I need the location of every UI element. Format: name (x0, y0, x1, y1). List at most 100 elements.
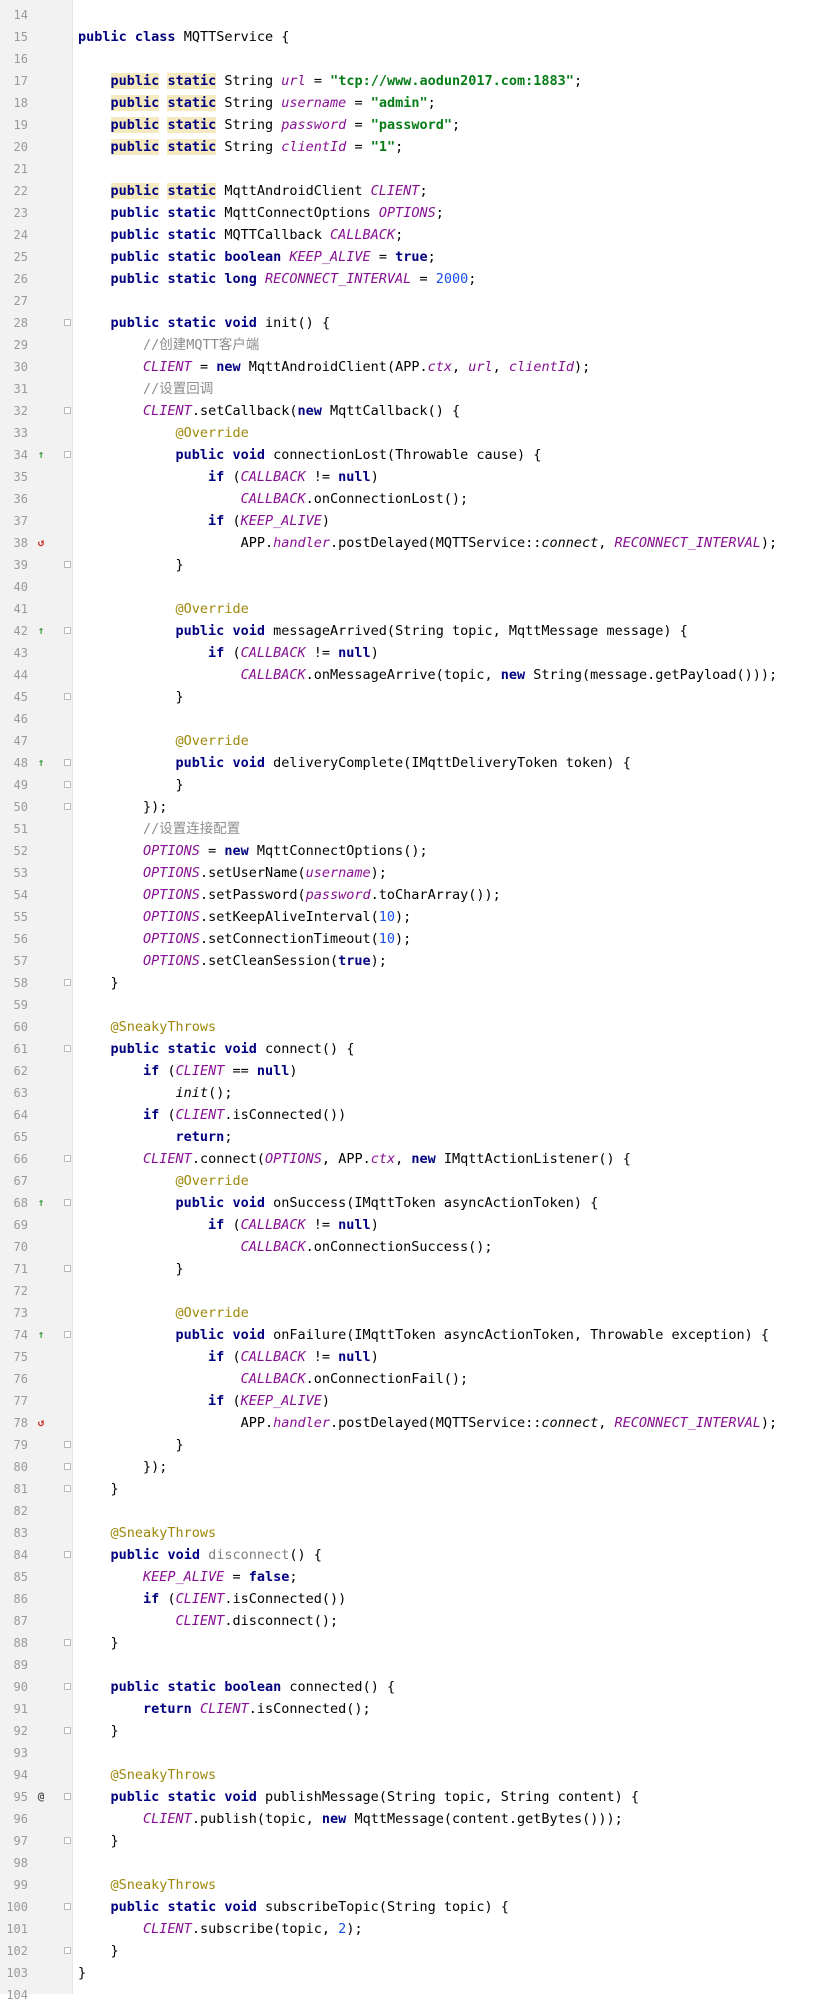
override-method-icon[interactable]: ↑ (32, 444, 50, 466)
code-line[interactable]: 76 CALLBACK.onConnectionFail(); (0, 1368, 822, 1390)
code-line[interactable]: 39 } (0, 554, 822, 576)
code-line[interactable]: 37 if (KEEP_ALIVE) (0, 510, 822, 532)
code-line[interactable]: 75 if (CALLBACK != null) (0, 1346, 822, 1368)
code-line[interactable]: 101 CLIENT.subscribe(topic, 2); (0, 1918, 822, 1940)
code-line[interactable]: 22 public static MqttAndroidClient CLIEN… (0, 180, 822, 202)
code-line[interactable]: 100 public static void subscribeTopic(St… (0, 1896, 822, 1918)
fold-marker-icon[interactable] (64, 627, 71, 634)
line-number[interactable]: 56 (0, 928, 28, 950)
fold-marker-icon[interactable] (64, 1551, 71, 1558)
code-line[interactable]: 64 if (CLIENT.isConnected()) (0, 1104, 822, 1126)
line-number[interactable]: 59 (0, 994, 28, 1016)
line-number[interactable]: 35 (0, 466, 28, 488)
line-number[interactable]: 39 (0, 554, 28, 576)
code-line[interactable]: 27 (0, 290, 822, 312)
line-number[interactable]: 23 (0, 202, 28, 224)
code-line[interactable]: 32 CLIENT.setCallback(new MqttCallback()… (0, 400, 822, 422)
line-number[interactable]: 33 (0, 422, 28, 444)
line-number[interactable]: 98 (0, 1852, 28, 1874)
code-line[interactable]: 62 if (CLIENT == null) (0, 1060, 822, 1082)
fold-marker-icon[interactable] (64, 561, 71, 568)
line-number[interactable]: 30 (0, 356, 28, 378)
code-line[interactable]: 61 public static void connect() { (0, 1038, 822, 1060)
fold-marker-icon[interactable] (64, 1441, 71, 1448)
line-number[interactable]: 14 (0, 4, 28, 26)
line-number[interactable]: 80 (0, 1456, 28, 1478)
code-line[interactable]: 14 (0, 4, 822, 26)
code-line[interactable]: 50 }); (0, 796, 822, 818)
code-line[interactable]: 88 } (0, 1632, 822, 1654)
fold-marker-icon[interactable] (64, 1485, 71, 1492)
line-number[interactable]: 101 (0, 1918, 28, 1940)
code-line[interactable]: 20 public static String clientId = "1"; (0, 136, 822, 158)
line-number[interactable]: 82 (0, 1500, 28, 1522)
line-number[interactable]: 73 (0, 1302, 28, 1324)
code-line[interactable]: 72 (0, 1280, 822, 1302)
line-number[interactable]: 21 (0, 158, 28, 180)
code-line[interactable]: 52 OPTIONS = new MqttConnectOptions(); (0, 840, 822, 862)
line-number[interactable]: 92 (0, 1720, 28, 1742)
code-line[interactable]: 30 CLIENT = new MqttAndroidClient(APP.ct… (0, 356, 822, 378)
code-line[interactable]: 21 (0, 158, 822, 180)
line-number[interactable]: 72 (0, 1280, 28, 1302)
line-number[interactable]: 28 (0, 312, 28, 334)
fold-marker-icon[interactable] (64, 1837, 71, 1844)
line-number[interactable]: 47 (0, 730, 28, 752)
line-number[interactable]: 68 (0, 1192, 28, 1214)
line-number[interactable]: 78 (0, 1412, 28, 1434)
override-method-icon[interactable]: ↑ (32, 752, 50, 774)
fold-marker-icon[interactable] (64, 693, 71, 700)
fold-marker-icon[interactable] (64, 319, 71, 326)
recursive-call-icon[interactable]: ↺ (32, 532, 50, 554)
code-line[interactable]: 91 return CLIENT.isConnected(); (0, 1698, 822, 1720)
code-line[interactable]: 57 OPTIONS.setCleanSession(true); (0, 950, 822, 972)
code-line[interactable]: 99 @SneakyThrows (0, 1874, 822, 1896)
line-number[interactable]: 16 (0, 48, 28, 70)
line-number[interactable]: 75 (0, 1346, 28, 1368)
line-number[interactable]: 93 (0, 1742, 28, 1764)
line-number[interactable]: 18 (0, 92, 28, 114)
line-number[interactable]: 34 (0, 444, 28, 466)
code-line[interactable]: 71 } (0, 1258, 822, 1280)
line-number[interactable]: 38 (0, 532, 28, 554)
code-line[interactable]: 40 (0, 576, 822, 598)
code-line[interactable]: 46 (0, 708, 822, 730)
line-number[interactable]: 40 (0, 576, 28, 598)
code-line[interactable]: 79 } (0, 1434, 822, 1456)
override-method-icon[interactable]: ↑ (32, 1192, 50, 1214)
line-number[interactable]: 103 (0, 1962, 28, 1984)
code-line[interactable]: 98 (0, 1852, 822, 1874)
line-number[interactable]: 57 (0, 950, 28, 972)
code-line[interactable]: 80 }); (0, 1456, 822, 1478)
line-number[interactable]: 99 (0, 1874, 28, 1896)
fold-marker-icon[interactable] (64, 451, 71, 458)
line-number[interactable]: 86 (0, 1588, 28, 1610)
line-number[interactable]: 90 (0, 1676, 28, 1698)
code-line[interactable]: 73 @Override (0, 1302, 822, 1324)
line-number[interactable]: 55 (0, 906, 28, 928)
line-number[interactable]: 50 (0, 796, 28, 818)
code-line[interactable]: 82 (0, 1500, 822, 1522)
code-line[interactable]: 55 OPTIONS.setKeepAliveInterval(10); (0, 906, 822, 928)
line-number[interactable]: 76 (0, 1368, 28, 1390)
line-number[interactable]: 83 (0, 1522, 28, 1544)
code-line[interactable]: 18 public static String username = "admi… (0, 92, 822, 114)
fold-marker-icon[interactable] (64, 1639, 71, 1646)
line-number[interactable]: 27 (0, 290, 28, 312)
code-line[interactable]: 74 ↑ public void onFailure(IMqttToken asy… (0, 1324, 822, 1346)
line-number[interactable]: 17 (0, 70, 28, 92)
line-number[interactable]: 79 (0, 1434, 28, 1456)
code-line[interactable]: 25 public static boolean KEEP_ALIVE = tr… (0, 246, 822, 268)
line-number[interactable]: 31 (0, 378, 28, 400)
fold-marker-icon[interactable] (64, 759, 71, 766)
line-number[interactable]: 67 (0, 1170, 28, 1192)
code-line[interactable]: 59 (0, 994, 822, 1016)
code-line[interactable]: 19 public static String password = "pass… (0, 114, 822, 136)
line-number[interactable]: 96 (0, 1808, 28, 1830)
code-line[interactable]: 85 KEEP_ALIVE = false; (0, 1566, 822, 1588)
code-line[interactable]: 45 } (0, 686, 822, 708)
code-line[interactable]: 92 } (0, 1720, 822, 1742)
code-line[interactable]: 78 ↺ APP.handler.postDelayed(MQTTService:… (0, 1412, 822, 1434)
code-line[interactable]: 60 @SneakyThrows (0, 1016, 822, 1038)
line-number[interactable]: 44 (0, 664, 28, 686)
